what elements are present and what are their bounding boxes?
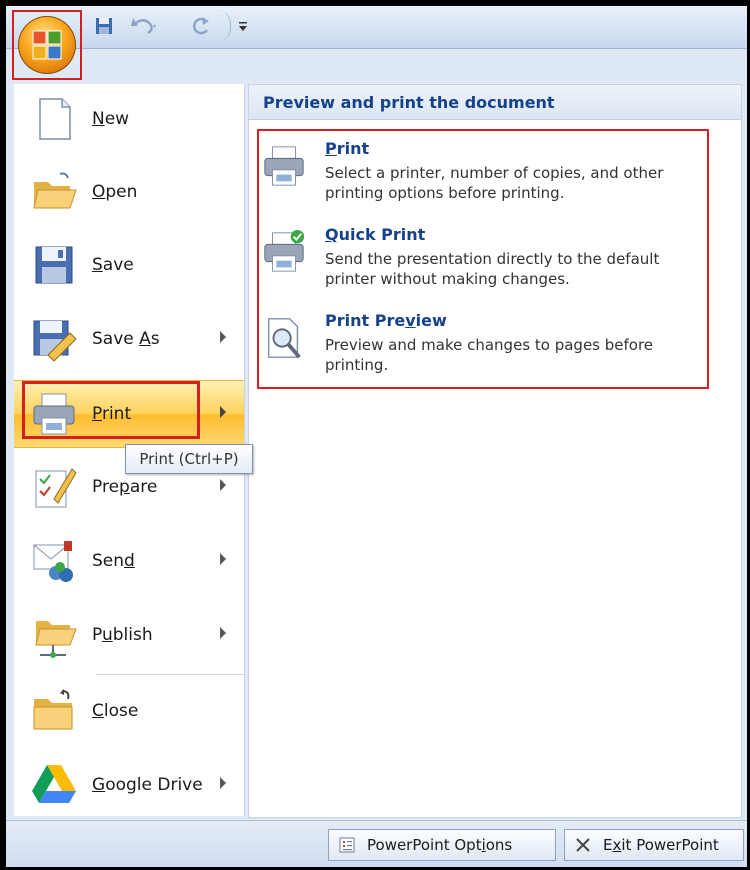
menu-item-publish[interactable]: Publish [14, 602, 244, 668]
menu-separator [96, 674, 244, 675]
menu-item-save[interactable]: Save [14, 232, 244, 298]
prepare-icon [35, 468, 77, 508]
save-disk-icon [35, 246, 73, 284]
menu-item-label: Close [92, 701, 139, 721]
office-orb-icon [18, 16, 76, 74]
submenu-arrow-icon [220, 479, 226, 491]
submenu-arrow-icon [220, 627, 226, 639]
menu-item-save-as[interactable]: Save As [14, 306, 244, 372]
publish-icon [35, 621, 77, 658]
option-description: Preview and make changes to pages before… [325, 336, 654, 374]
menu-item-new[interactable]: New [14, 86, 244, 152]
options-icon [339, 837, 355, 853]
redo-icon[interactable] [190, 15, 212, 37]
option-title: Quick Print [325, 225, 426, 244]
quick-print-icon [264, 229, 305, 272]
close-folder-icon [33, 689, 73, 730]
powerpoint-options-button[interactable]: PowerPoint Options [328, 829, 556, 861]
option-description: Send the presentation directly to the de… [325, 250, 660, 288]
print-highlight-box [22, 381, 200, 439]
submenu-header-text: Preview and print the document [263, 93, 555, 112]
submenu-header: Preview and print the document [249, 85, 741, 120]
close-icon [576, 838, 590, 852]
customize-toolbar-icon[interactable] [238, 15, 248, 37]
exit-powerpoint-label: Exit PowerPoint [603, 836, 719, 854]
submenu-arrow-icon [220, 331, 226, 343]
bottom-button-bar: PowerPoint Options Exit PowerPoint [6, 820, 747, 867]
google-drive-icon [32, 765, 76, 803]
menu-item-label: Publish [92, 625, 153, 645]
save-icon[interactable] [94, 15, 114, 37]
quick-access-toolbar [6, 6, 747, 49]
menu-item-open[interactable]: Open [14, 159, 244, 225]
menu-item-label: Save As [92, 329, 160, 349]
menu-item-label: Google Drive [92, 775, 203, 795]
print-tooltip: Print (Ctrl+P) [125, 444, 253, 474]
menu-item-label: Send [92, 551, 135, 571]
office-logo-icon [32, 30, 62, 60]
save-as-icon [33, 320, 77, 362]
submenu-arrow-icon [220, 553, 226, 565]
open-folder-icon [33, 172, 77, 209]
toolbar-separator-icon [216, 10, 231, 42]
exit-powerpoint-button[interactable]: Exit PowerPoint [564, 829, 744, 861]
new-document-icon [39, 98, 71, 140]
submenu-arrow-icon [220, 777, 226, 789]
menu-item-label: Prepare [92, 477, 158, 497]
menu-item-google-drive[interactable]: Google Drive [14, 752, 244, 818]
undo-icon[interactable] [130, 15, 158, 37]
print-submenu-panel: Preview and print the document Print Sele… [248, 84, 742, 818]
option-description: Select a printer, number of copies, and … [325, 164, 664, 202]
menu-item-close[interactable]: Close [14, 678, 244, 744]
menu-item-label: Save [92, 255, 134, 275]
option-title: Print [325, 139, 370, 158]
menu-item-label: New [92, 109, 130, 129]
print-preview-icon [267, 318, 301, 359]
menu-item-label: Open [92, 182, 138, 202]
option-title: Print Preview [325, 311, 447, 330]
powerpoint-options-label: PowerPoint Options [367, 836, 513, 854]
menu-item-send[interactable]: Send [14, 528, 244, 594]
office-menu-window: New Open Save Save As Print Prepare Send Publis… [6, 6, 747, 867]
submenu-arrow-icon [220, 406, 226, 418]
printer-icon [264, 146, 304, 186]
send-icon [33, 541, 73, 582]
office-button[interactable] [12, 10, 82, 80]
